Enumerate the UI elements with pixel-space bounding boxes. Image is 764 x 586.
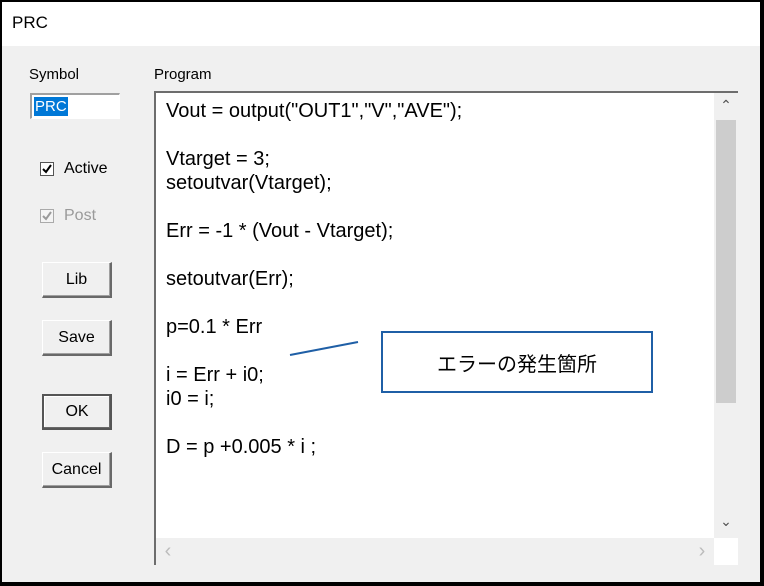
error-location-callout: エラーの発生箇所 [381, 331, 653, 393]
leader-line [289, 341, 359, 356]
callout-text: エラーの発生箇所 [437, 353, 597, 376]
callout-leader-line [289, 341, 359, 356]
